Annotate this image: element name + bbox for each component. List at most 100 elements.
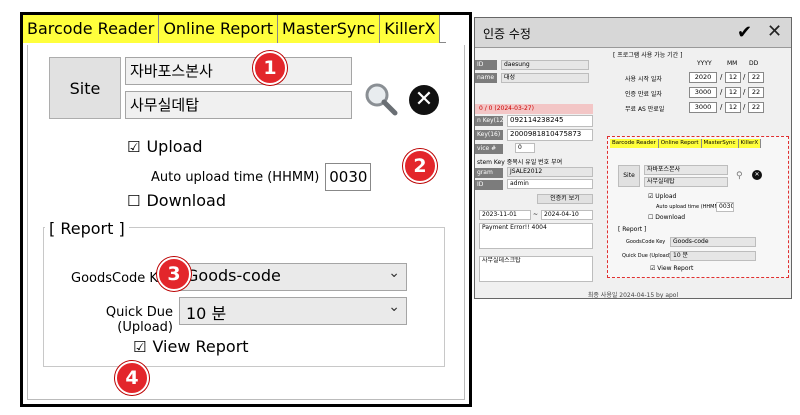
program-select[interactable]: JSALE2012 [507, 167, 593, 177]
quick-due-select[interactable]: 10 분 ⌄ [179, 297, 407, 325]
upload-checkbox[interactable]: ☑ [127, 138, 140, 156]
auto-upload-time-input[interactable]: 0030 [325, 163, 372, 191]
free-as-date-label: 무료 AS 만료일 [625, 106, 665, 113]
date-separator: / [720, 73, 723, 81]
date-from-field[interactable]: 2023-11-01 [479, 210, 531, 220]
step-badge-4: 4 [115, 361, 149, 395]
mastersync-zoom-panel: Barcode Reader Online Report MasterSync … [20, 12, 472, 407]
auto-upload-time-row: Auto upload time (HHMM) 0030 [151, 163, 372, 191]
mini-auto-time-input[interactable]: 0030 [716, 202, 734, 212]
view-report-checkbox[interactable]: ☑ [133, 338, 146, 356]
mini-due-select[interactable]: 10 분 [670, 251, 756, 261]
download-checkbox[interactable]: ☐ [127, 192, 140, 210]
id-label: ID [475, 60, 497, 70]
date-range-tilde: ~ [533, 211, 539, 218]
admin-id-field[interactable]: admin [507, 179, 593, 189]
mini-site-name[interactable]: 자바포스본사 [644, 165, 728, 175]
start-year[interactable]: 2020 [689, 72, 717, 83]
mini-due-label: Quick Due (Upload) [622, 253, 671, 259]
memo-box-1[interactable]: Payment Error!! 4004 [479, 223, 593, 249]
goodscode-key-value: Goods-code [186, 266, 281, 285]
system-key-label: stem Key 중복시 유일 번호 부여 [477, 159, 563, 166]
mini-site-button[interactable]: Site [618, 165, 640, 187]
mini-goods-select[interactable]: Goods-code [670, 237, 756, 247]
date-separator: / [743, 88, 746, 96]
upload-checkbox-row[interactable]: ☑ Upload [127, 137, 203, 156]
chevron-down-icon: ⌄ [388, 299, 400, 315]
date-separator: / [720, 103, 723, 111]
mini-goods-label: GoodsCode Key [626, 239, 666, 245]
window-titlebar: 인증 수정 ✔ ✕ [475, 18, 791, 48]
mini-site-dept[interactable]: 사무실데탑 [644, 177, 728, 187]
mini-upload-checkbox[interactable]: ☑ Upload [648, 193, 676, 200]
mini-mastersync-panel: Barcode Reader Online Report MasterSync … [607, 136, 789, 278]
mini-close-icon[interactable]: ✕ [752, 170, 762, 180]
day-header: DD [749, 60, 759, 67]
name-field[interactable]: 대성 [501, 73, 589, 83]
tab-barcode-reader[interactable]: Barcode Reader [23, 15, 160, 43]
date-to-field[interactable]: 2024-04-10 [541, 210, 593, 220]
mini-tab-barcode-reader[interactable]: Barcode Reader [610, 139, 659, 148]
tab-online-report[interactable]: Online Report [159, 15, 279, 43]
mini-tab-mastersync[interactable]: MasterSync [701, 139, 739, 148]
id-field[interactable]: daesung [501, 60, 589, 70]
date-separator: / [743, 73, 746, 81]
main-key-field[interactable]: 092114238245 [507, 115, 593, 127]
goodscode-key-select[interactable]: Goods-code ⌄ [179, 263, 407, 291]
name-label: name [475, 73, 497, 83]
date-separator: / [720, 88, 723, 96]
start-date-label: 사용 시작 일자 [625, 76, 662, 83]
mini-tab-online-report[interactable]: Online Report [658, 139, 702, 148]
program-label: gram [475, 168, 503, 178]
start-day[interactable]: 22 [748, 72, 764, 83]
mini-tab-strip: Barcode Reader Online Report MasterSync … [610, 139, 762, 148]
auth-edit-window: 인증 수정 ✔ ✕ ID daesung name 대성 0 / 0 (2024… [474, 17, 792, 299]
key16-label: Key(16) [475, 130, 503, 140]
site-name-field[interactable]: 자바포스본사 [125, 57, 352, 85]
key16-field[interactable]: 2000981810475873 [507, 129, 593, 141]
device-label: vice # [475, 144, 503, 154]
step-badge-3: 3 [157, 257, 191, 291]
window-title: 인증 수정 [483, 27, 531, 41]
confirm-check-icon[interactable]: ✔ [737, 22, 752, 43]
quick-due-label: Quick Due (Upload) [105, 305, 173, 335]
expiry-date-label: 인증 만료 일자 [625, 91, 662, 98]
usage-period-title: [ 프로그램 사용 가능 기간 ] [613, 52, 683, 59]
step-badge-1: 1 [253, 51, 287, 85]
memo-box-2[interactable]: 사무실데스크탑 [479, 256, 593, 282]
admin-id-label: ID [475, 180, 503, 190]
mini-download-checkbox[interactable]: ☐ Download [648, 214, 685, 221]
goodscode-key-label: GoodsCode Key [71, 271, 173, 286]
tab-strip-edge [440, 15, 447, 43]
site-button[interactable]: Site [49, 57, 121, 119]
expiry-day[interactable]: 22 [748, 87, 764, 98]
start-month[interactable]: 12 [725, 72, 741, 83]
auto-upload-time-label: Auto upload time (HHMM) [151, 169, 320, 185]
close-icon[interactable]: ✕ [767, 21, 782, 42]
expiry-month[interactable]: 12 [725, 87, 741, 98]
mini-view-report-checkbox[interactable]: ☑ View Report [650, 265, 693, 272]
view-report-checkbox-row[interactable]: ☑ View Report [133, 337, 249, 356]
device-field[interactable]: 0 [515, 143, 535, 153]
date-separator: / [743, 103, 746, 111]
free-as-day[interactable]: 22 [748, 102, 764, 113]
search-icon[interactable] [363, 81, 399, 117]
mini-auto-time-label: Auto upload time (HHMM) [656, 204, 721, 210]
mini-tab-killerx[interactable]: KillerX [738, 139, 762, 148]
view-report-label: View Report [152, 337, 249, 356]
mini-search-icon[interactable]: ⚲ [736, 171, 743, 181]
expiry-year[interactable]: 3000 [689, 87, 717, 98]
site-dept-field[interactable]: 사무실데탑 [125, 91, 352, 119]
tab-mastersync[interactable]: MasterSync [278, 15, 381, 43]
tab-strip: Barcode Reader Online Report MasterSync … [23, 15, 447, 43]
download-checkbox-row[interactable]: ☐ Download [127, 191, 226, 210]
close-icon[interactable]: ✕ [409, 85, 439, 115]
tab-killerx[interactable]: KillerX [380, 15, 441, 43]
free-as-month[interactable]: 12 [725, 102, 741, 113]
download-label: Download [146, 191, 226, 210]
quick-due-value: 10 분 [186, 304, 227, 323]
year-header: YYYY [697, 60, 712, 67]
view-auth-key-button[interactable]: 인증키 보기 [537, 194, 593, 204]
mini-report-title: [ Report ] [618, 226, 647, 233]
free-as-year[interactable]: 3000 [689, 102, 717, 113]
